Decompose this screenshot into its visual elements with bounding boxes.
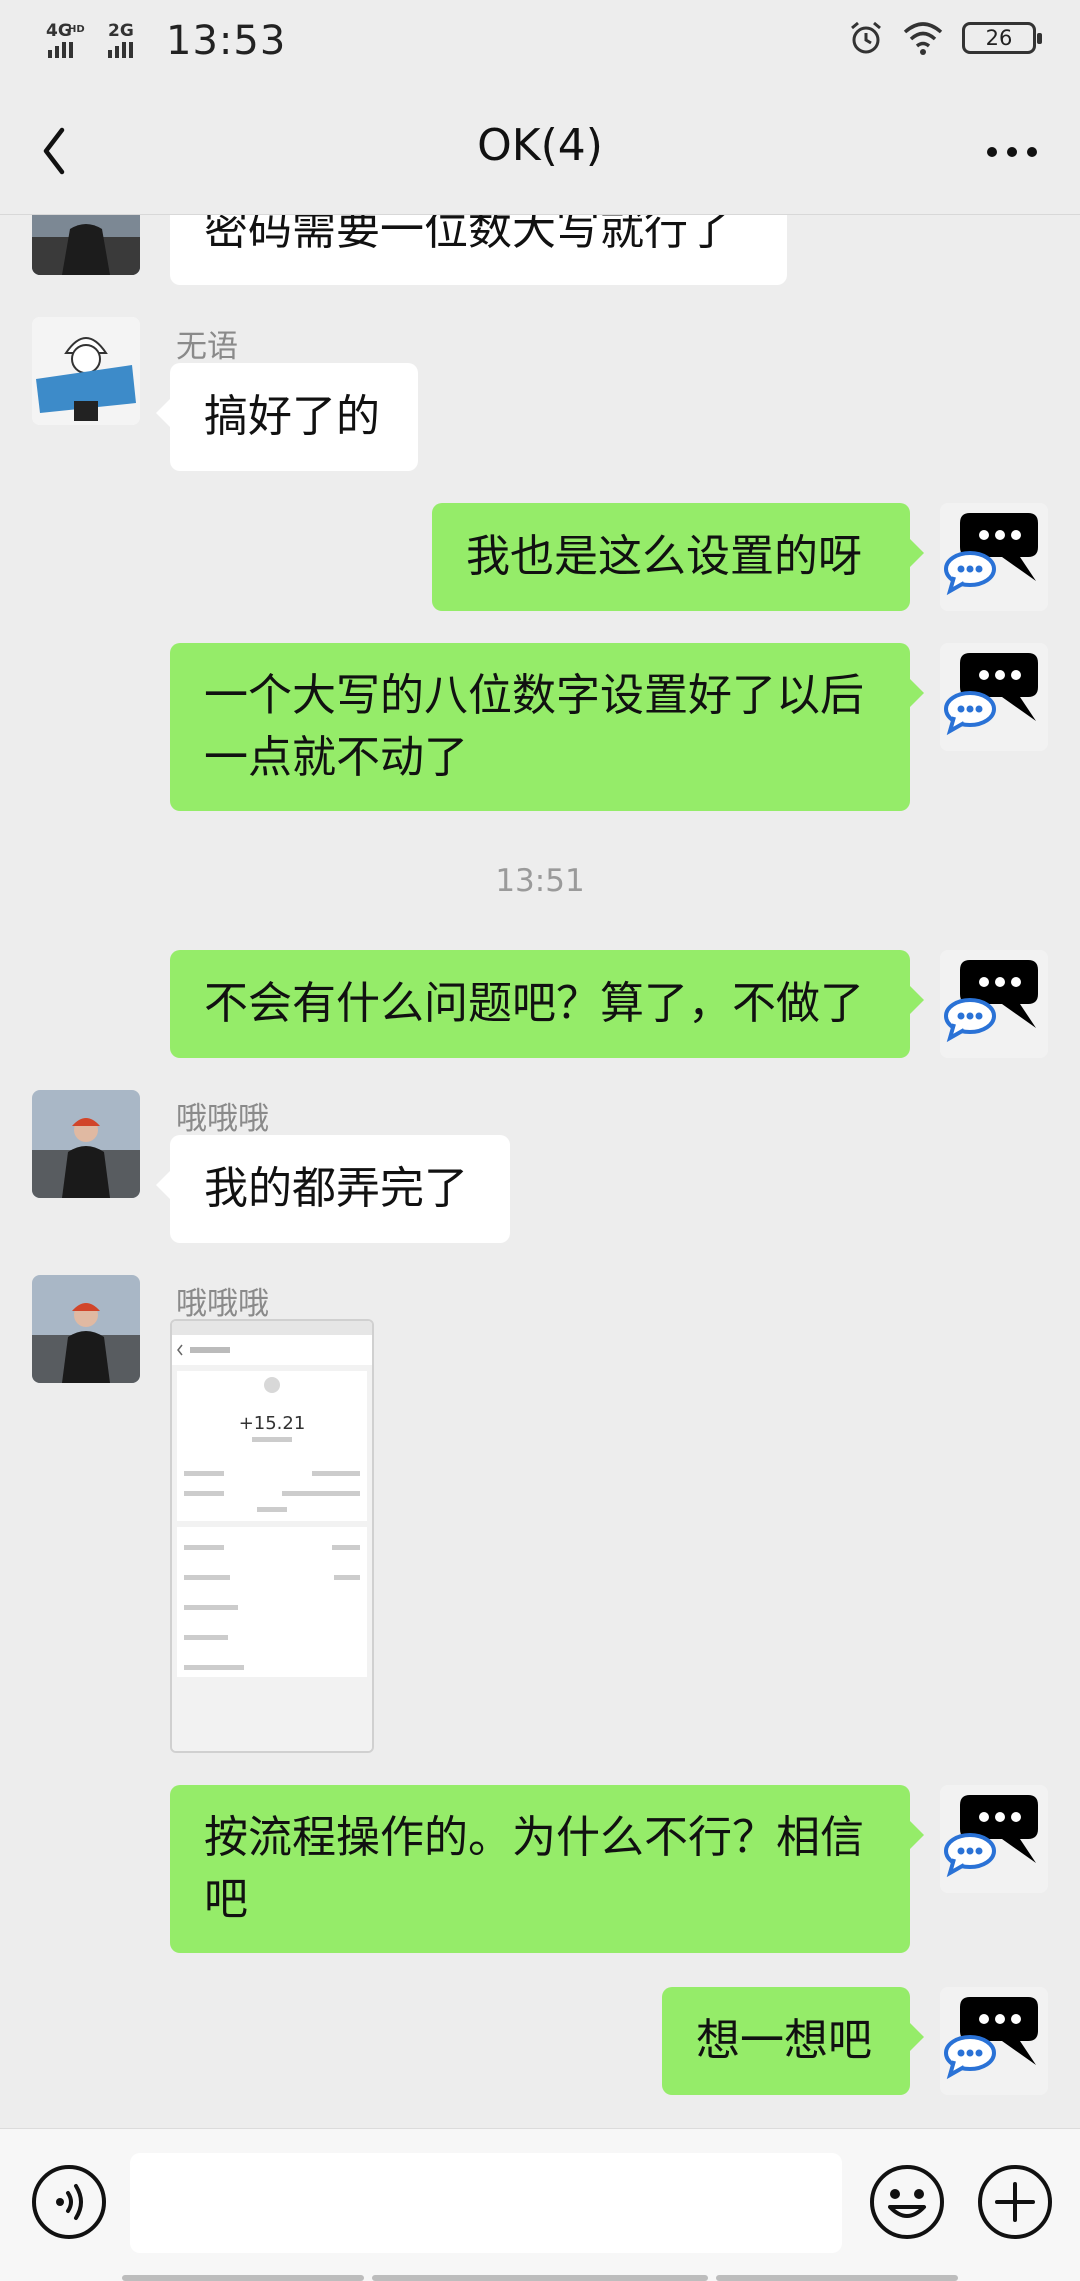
message-text: 我也是这么设置的呀 — [466, 531, 862, 582]
message-text: 搞好了的 — [204, 391, 380, 442]
message-text: 不会有什么问题吧？算了，不做了 — [204, 978, 864, 1029]
message-bubble-self[interactable]: 想一想吧 — [662, 1987, 924, 2095]
chat-bubbles-icon — [940, 1785, 1048, 1893]
message-text: 我的都弄完了 — [204, 1163, 468, 1214]
more-dots-icon[interactable] — [972, 116, 1052, 186]
avatar-user-2[interactable] — [32, 215, 140, 275]
sender-name: 哦哦哦 — [176, 1101, 269, 1137]
avatar-user-2[interactable] — [32, 1275, 140, 1383]
message-input[interactable] — [130, 2153, 842, 2253]
image-message[interactable]: +15.21 — [170, 1319, 374, 1753]
status-icons: 26 — [848, 20, 1042, 56]
timestamp: 13:51 — [495, 863, 585, 899]
avatar-self[interactable] — [940, 1785, 1048, 1893]
message-bubble[interactable]: 我的都弄完了 — [156, 1135, 510, 1243]
avatar-self[interactable] — [940, 643, 1048, 751]
chat-bubbles-icon — [940, 503, 1048, 611]
network-1-sup-label: HD — [68, 24, 85, 35]
avatar-self[interactable] — [940, 1987, 1048, 2095]
message-bubble-self[interactable]: 我也是这么设置的呀 — [432, 503, 924, 611]
network-2-label: 2G — [108, 21, 134, 41]
nav-indicator — [372, 2275, 708, 2281]
avatar-self[interactable] — [940, 503, 1048, 611]
preview-amount: +15.21 — [239, 1413, 306, 1434]
message-bubble[interactable]: 密码需要一位数大写就行了 — [170, 215, 787, 285]
wifi-icon — [903, 22, 943, 55]
input-bar — [0, 2128, 1080, 2281]
screenshot-thumbnail: +15.21 — [172, 1321, 372, 1751]
battery-icon: 26 — [962, 22, 1042, 54]
message-bubble[interactable]: 搞好了的 — [156, 363, 418, 471]
status-bar: 4G HD 2G 13:53 26 — [0, 0, 1080, 86]
message-bubble-self[interactable]: 一个大写的八位数字设置好了以后一点就不动了 — [170, 643, 924, 811]
message-list[interactable]: 密码需要一位数大写就行了 无语 搞好了的 我也是这么设置的呀 一个大写的八位数字… — [0, 215, 1080, 2128]
message-bubble-self[interactable]: 按流程操作的。为什么不行？相信吧 — [170, 1785, 924, 1953]
message-bubble-self[interactable]: 不会有什么问题吧？算了，不做了 — [170, 950, 924, 1058]
plus-icon[interactable] — [970, 2157, 1060, 2247]
alarm-icon — [851, 21, 881, 54]
voice-icon[interactable] — [24, 2157, 114, 2247]
message-text: 密码需要一位数大写就行了 — [204, 215, 732, 255]
sender-name: 无语 — [176, 329, 238, 365]
emoji-icon[interactable] — [862, 2157, 952, 2247]
nav-indicator — [122, 2275, 364, 2281]
chat-header: OK(4) — [0, 86, 1080, 215]
avatar-self[interactable] — [940, 950, 1048, 1058]
sender-name: 哦哦哦 — [176, 1286, 269, 1322]
chat-bubbles-icon — [940, 643, 1048, 751]
nav-indicator — [716, 2275, 958, 2281]
signal-icon: 4G HD 2G — [46, 21, 134, 58]
battery-level: 26 — [985, 26, 1013, 50]
chat-bubbles-icon — [940, 1987, 1048, 2095]
message-text: 一个大写的八位数字设置好了以后一点就不动了 — [204, 670, 864, 783]
avatar-user-1[interactable] — [32, 317, 140, 425]
clock: 13:53 — [166, 18, 287, 64]
chat-bubbles-icon — [940, 950, 1048, 1058]
message-text: 想一想吧 — [696, 2015, 872, 2066]
chat-title: OK(4) — [477, 120, 603, 171]
message-text: 按流程操作的。为什么不行？相信吧 — [204, 1812, 864, 1925]
avatar-user-2[interactable] — [32, 1090, 140, 1198]
